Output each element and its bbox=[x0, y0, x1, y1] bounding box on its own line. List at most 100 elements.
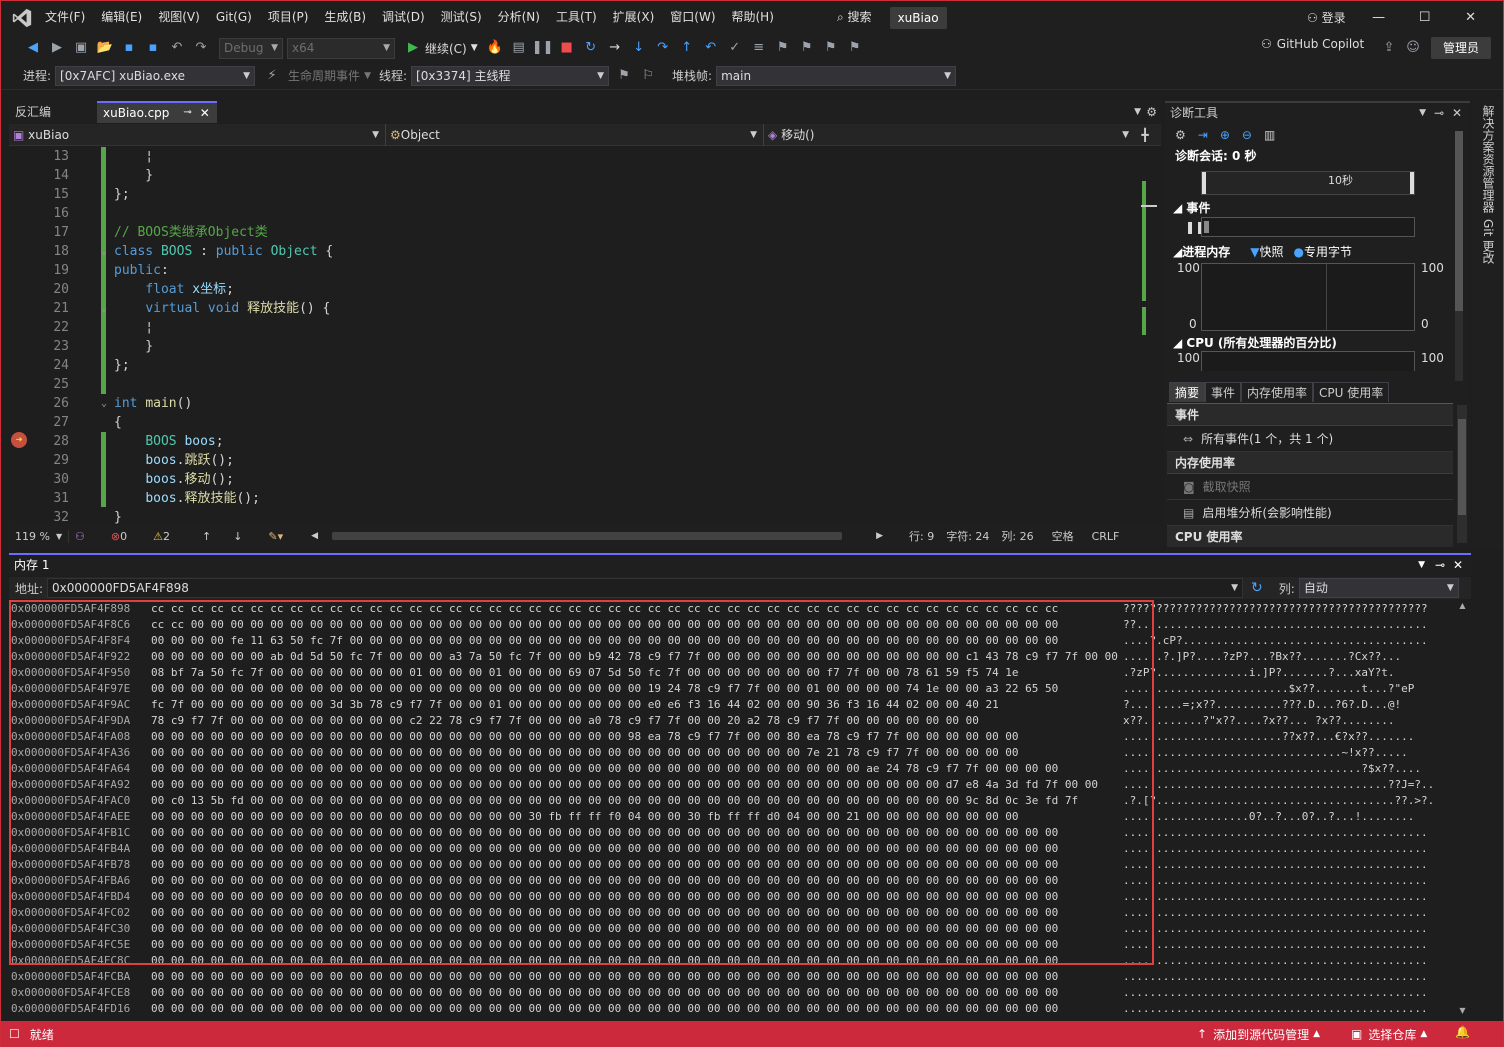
lifecycle-events-button[interactable]: 生命周期事件 bbox=[284, 67, 364, 84]
zoom-select[interactable]: 119 % ▼ bbox=[9, 529, 69, 543]
menu-item[interactable]: 文件(F) bbox=[37, 1, 93, 34]
error-count[interactable]: ⊗ 0 bbox=[105, 530, 133, 543]
memory-ascii[interactable]: ........................................… bbox=[1123, 921, 1428, 937]
column-number[interactable]: 列: 26 bbox=[995, 528, 1039, 544]
status-output-icon[interactable]: ☐ bbox=[9, 1027, 20, 1041]
memory-ascii[interactable]: ??......................................… bbox=[1123, 617, 1428, 633]
search-button[interactable]: ⌕ 搜索 bbox=[827, 1, 882, 34]
spell-check-icon[interactable]: ✓ bbox=[724, 37, 746, 59]
stack-frame-select[interactable]: main ▼ bbox=[716, 65, 957, 86]
memory-ascii[interactable]: .................................~!x??..… bbox=[1123, 745, 1408, 761]
select-repository-button[interactable]: ▣ 选择仓库 ▲ bbox=[1351, 1021, 1427, 1047]
settings-gear-icon[interactable]: ⚙ bbox=[1146, 101, 1157, 123]
forward-icon[interactable]: ▶ bbox=[46, 37, 68, 59]
warning-count[interactable]: ⚠ 2 bbox=[147, 530, 176, 543]
zoom-out-icon[interactable]: ⊖ bbox=[1242, 128, 1252, 142]
memory-ascii[interactable]: ........................................… bbox=[1123, 873, 1428, 889]
bookmark-icon[interactable]: ⚑ bbox=[772, 37, 794, 59]
menu-item[interactable]: 帮助(H) bbox=[724, 1, 782, 34]
continue-button[interactable]: ▶ 继续(C) ▼ bbox=[401, 37, 478, 59]
horizontal-scrollbar[interactable] bbox=[332, 532, 843, 540]
step-out-icon[interactable]: ↑ bbox=[676, 37, 698, 59]
sign-in-button[interactable]: ⚇ 登录 bbox=[1297, 9, 1356, 26]
events-track[interactable] bbox=[1201, 217, 1415, 237]
memory-ascii[interactable]: ........................................… bbox=[1123, 905, 1428, 921]
cpu-section-header[interactable]: ◢ CPU (所有处理器的百分比) bbox=[1165, 334, 1337, 351]
tab-summary[interactable]: 摘要 bbox=[1169, 382, 1206, 402]
window-layout-icon[interactable]: ▤ bbox=[508, 37, 530, 59]
panel-menu-icon[interactable]: ▼ bbox=[1419, 102, 1426, 124]
memory-ascii[interactable]: ........................................… bbox=[1123, 841, 1428, 857]
step-over-icon[interactable]: ↷ bbox=[652, 37, 674, 59]
memory-panel-menu-icon[interactable]: ▼ bbox=[1418, 555, 1425, 575]
comment-icon[interactable]: ≡ bbox=[748, 37, 770, 59]
memory-ascii[interactable]: ....?.cP?...............................… bbox=[1123, 633, 1428, 649]
memory-ascii[interactable]: ........................................… bbox=[1123, 889, 1428, 905]
export-icon[interactable]: ⇥ bbox=[1198, 128, 1208, 142]
close-panel-icon[interactable]: ✕ bbox=[1452, 102, 1462, 124]
back-icon[interactable]: ◀ bbox=[22, 37, 44, 59]
menu-item[interactable]: 生成(B) bbox=[316, 1, 374, 34]
menu-item[interactable]: 调试(D) bbox=[374, 1, 433, 34]
memory-ascii[interactable]: ?........=;x??..........???.D...?6?.D...… bbox=[1123, 697, 1401, 713]
memory-ascii[interactable]: ........................................… bbox=[1123, 953, 1428, 969]
tab-xubiao-cpp[interactable]: xuBiao.cpp ⊸ ✕ bbox=[97, 101, 217, 123]
memory-ascii[interactable]: .?.[?...................................… bbox=[1123, 793, 1434, 809]
memory-hex-bytes[interactable]: 00 00 00 00 00 00 00 00 00 00 00 00 00 0… bbox=[151, 969, 1058, 985]
menu-item[interactable]: 分析(N) bbox=[490, 1, 548, 34]
process-memory-chart[interactable] bbox=[1201, 263, 1415, 331]
next-issue-icon[interactable]: ↓ bbox=[227, 530, 248, 543]
redo-icon[interactable]: ↷ bbox=[190, 37, 212, 59]
fold-toggle-icon[interactable]: ⌄ bbox=[101, 394, 107, 413]
scroll-left-icon[interactable]: ◀ bbox=[305, 531, 324, 541]
close-window-button[interactable]: ✕ bbox=[1448, 1, 1494, 34]
tab-disassembly[interactable]: 反汇编 bbox=[9, 101, 97, 123]
clear-bookmarks-icon[interactable]: ⚑ bbox=[844, 37, 866, 59]
memory-ascii[interactable]: ........................................… bbox=[1123, 825, 1428, 841]
memory-ascii[interactable]: ......?.]P?....?zP?...?Bx??.......?Cx??.… bbox=[1123, 649, 1401, 665]
process-memory-section-header[interactable]: ◢ 进程内存 ▼ 快照 ● 专用字节 bbox=[1165, 243, 1465, 260]
git-changes-tab[interactable]: Git 更改 bbox=[1480, 219, 1497, 264]
restart-icon[interactable]: ↻ bbox=[580, 37, 602, 59]
github-copilot-button[interactable]: ⚇ GitHub Copilot bbox=[1261, 37, 1364, 51]
pin-icon[interactable]: ⊸ bbox=[183, 102, 191, 124]
memory-ascii[interactable]: ........................................… bbox=[1123, 857, 1428, 873]
menu-item[interactable]: 窗口(W) bbox=[662, 1, 723, 34]
heap-profiling-checkbox[interactable]: ▤ 启用堆分析(会影响性能) bbox=[1167, 500, 1453, 526]
thread-select[interactable]: [0x3374] 主线程 ▼ bbox=[411, 65, 610, 86]
pin-panel-icon[interactable]: ⊸ bbox=[1434, 102, 1444, 124]
memory-ascii[interactable]: .?zP?..............i.]P?.......?...xaY?t… bbox=[1123, 665, 1395, 681]
previous-issue-icon[interactable]: ↑ bbox=[196, 530, 217, 543]
tab-cpu-usage[interactable]: CPU 使用率 bbox=[1313, 382, 1390, 402]
fold-toggle-icon[interactable]: ⌄ bbox=[101, 242, 107, 261]
whitespace-mode[interactable]: 空格 bbox=[1046, 528, 1080, 544]
split-editor-icon[interactable]: ╋ bbox=[1135, 128, 1155, 142]
maximize-button[interactable]: ☐ bbox=[1402, 1, 1448, 34]
share-icon[interactable]: ⇪ bbox=[1378, 37, 1400, 59]
menu-item[interactable]: 工具(T) bbox=[548, 1, 605, 34]
undo-icon[interactable]: ↶ bbox=[166, 37, 188, 59]
prev-bookmark-icon[interactable]: ⚑ bbox=[796, 37, 818, 59]
memory-ascii[interactable]: ????????????????????????????????????????… bbox=[1123, 601, 1428, 617]
minimize-button[interactable]: — bbox=[1356, 1, 1402, 34]
diag-summary-scrollbar[interactable] bbox=[1457, 405, 1467, 543]
menu-item[interactable]: Git(G) bbox=[208, 1, 260, 34]
take-snapshot-button[interactable]: ◙ 截取快照 bbox=[1167, 474, 1453, 500]
solution-explorer-tab[interactable]: 解决方案资源管理器 bbox=[1480, 105, 1497, 213]
type-scope-select[interactable]: ⚙Object ▼ bbox=[385, 123, 763, 146]
project-scope-select[interactable]: ▣ xuBiao ▼ bbox=[9, 124, 385, 146]
editor-scrollbar[interactable] bbox=[1139, 147, 1159, 526]
scroll-right-icon[interactable]: ▶ bbox=[870, 531, 889, 541]
open-file-icon[interactable]: 📂 bbox=[94, 37, 116, 59]
menu-item[interactable]: 视图(V) bbox=[150, 1, 208, 34]
feedback-icon[interactable]: ☺ bbox=[1402, 37, 1424, 59]
columns-select[interactable]: 自动 ▼ bbox=[1298, 578, 1459, 598]
step-back-icon[interactable]: ↶ bbox=[700, 37, 722, 59]
memory-pin-icon[interactable]: ⊸ bbox=[1435, 555, 1445, 575]
memory-hex-bytes[interactable]: 00 00 00 00 00 00 00 00 00 00 00 00 00 0… bbox=[151, 1001, 1058, 1015]
line-ending[interactable]: CRLF bbox=[1086, 530, 1126, 543]
memory-ascii[interactable]: ........................................… bbox=[1123, 985, 1428, 1001]
events-section-header[interactable]: ◢ 事件 bbox=[1165, 199, 1210, 216]
add-to-source-control-button[interactable]: ↑ 添加到源代码管理 ▲ bbox=[1197, 1021, 1320, 1047]
refresh-icon[interactable]: ↻ bbox=[1251, 580, 1263, 596]
